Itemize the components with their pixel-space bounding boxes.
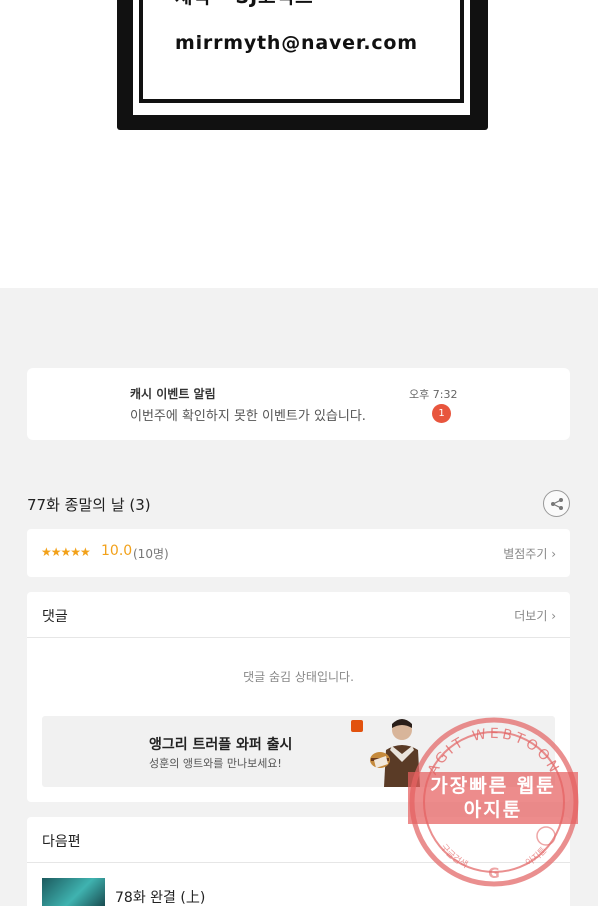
rate-button[interactable]: 별점주기 ›: [503, 545, 556, 562]
comment-more-button[interactable]: 더보기 ›: [514, 607, 556, 624]
rating-votes: (10명): [133, 547, 169, 561]
notification-card[interactable]: 캐시 이벤트 알림 이번주에 확인하지 못한 이벤트가 있습니다. 오후 7:3…: [27, 368, 570, 440]
credit-frame: 제작 · SJ코믹스 mirrmyth@naver.com: [117, 0, 488, 130]
comic-image-area: 제작 · SJ코믹스 mirrmyth@naver.com: [0, 0, 598, 288]
next-episode-thumbnail[interactable]: [42, 878, 105, 906]
notification-title: 캐시 이벤트 알림: [130, 387, 216, 401]
next-episode-label: 다음편: [42, 834, 81, 850]
notification-body: 이번주에 확인하지 못한 이벤트가 있습니다.: [130, 409, 366, 424]
watermark-line2: 아지툰: [463, 799, 523, 821]
share-button[interactable]: [543, 490, 570, 517]
credit-text: 제작 · SJ코믹스: [175, 0, 314, 9]
ad-subtitle: 성훈의 앵트와를 만나보세요!: [149, 757, 282, 770]
comment-header: 댓글 더보기 ›: [27, 592, 570, 638]
credit-frame-border-outer: 제작 · SJ코믹스 mirrmyth@naver.com: [133, 0, 470, 115]
next-episode-section: 다음편 78화 완결 (上): [27, 817, 570, 906]
credit-frame-border-inner: 제작 · SJ코믹스 mirrmyth@naver.com: [139, 0, 464, 103]
credit-email: mirrmyth@naver.com: [175, 32, 418, 54]
comment-label: 댓글: [42, 609, 68, 625]
ad-title: 앵그리 트러플 와퍼 출시: [149, 737, 293, 753]
episode-title: 77화 종말의 날 (3): [27, 496, 151, 514]
share-icon: [550, 497, 563, 510]
comment-hidden-message: 댓글 숨김 상태입니다.: [243, 670, 354, 684]
rating-score: 10.0: [101, 543, 133, 559]
watermark-label: 가장빠른 웹툰 아지툰: [408, 772, 578, 824]
rating-stars: ★★★★★: [41, 545, 91, 559]
notification-time: 오후 7:32: [409, 388, 458, 401]
notification-badge: 1: [432, 404, 451, 423]
rating-card: ★★★★★ 10.0 (10명) 별점주기 ›: [27, 529, 570, 577]
next-episode-title[interactable]: 78화 완결 (上): [115, 887, 205, 906]
comment-section: 댓글 더보기 › 댓글 숨김 상태입니다. 앵그리 트러플 와퍼 출시 성훈의 …: [27, 592, 570, 802]
watermark-line1: 가장빠른 웹툰: [430, 775, 556, 797]
